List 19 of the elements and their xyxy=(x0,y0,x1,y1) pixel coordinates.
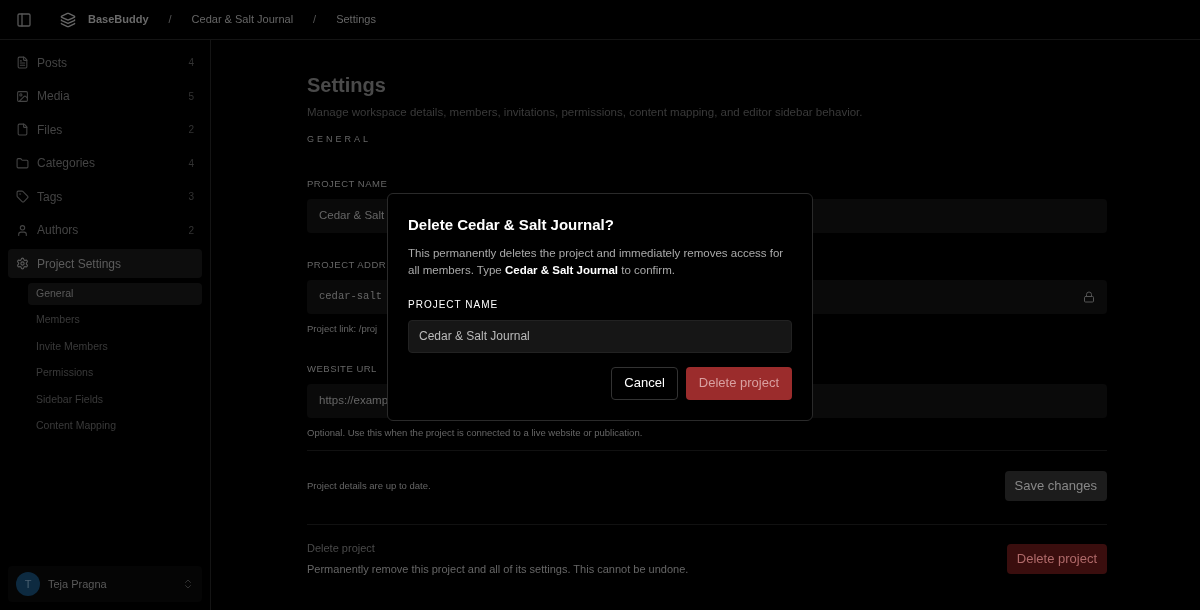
status-text: Project details are up to date. xyxy=(307,478,431,493)
dialog-field-label: PROJECT NAME xyxy=(408,297,500,312)
dialog-text: This permanently deletes the project and immediately removes access for all members. Type Cedar & Salt Journal to confirm. xyxy=(408,245,785,278)
section-heading: GENERAL xyxy=(307,133,371,147)
field-label: PROJECT NAME xyxy=(307,176,388,191)
field-value: https://examp xyxy=(319,393,389,409)
breadcrumb-separator: / xyxy=(313,12,317,28)
dialog-title: Delete Cedar & Salt Journal? xyxy=(408,215,615,235)
field-value: cedar-salt xyxy=(319,289,382,305)
field-hint: Optional. Use this when the project is connected to a live website or publication. xyxy=(307,425,643,440)
danger-text: Permanently remove this project and all of its settings. This cannot be undone. xyxy=(307,561,689,577)
danger-title: Delete project xyxy=(307,541,376,556)
field-label: PROJECT ADDR xyxy=(307,258,387,272)
field-label: WEBSITE URL xyxy=(307,361,377,376)
user-name: Teja Pragna xyxy=(48,576,108,592)
page-title: Settings xyxy=(307,73,387,98)
field-value: Cedar & Salt xyxy=(319,208,385,224)
breadcrumb-separator: / xyxy=(168,12,172,28)
field-hint: Project link: /proj xyxy=(307,322,378,337)
